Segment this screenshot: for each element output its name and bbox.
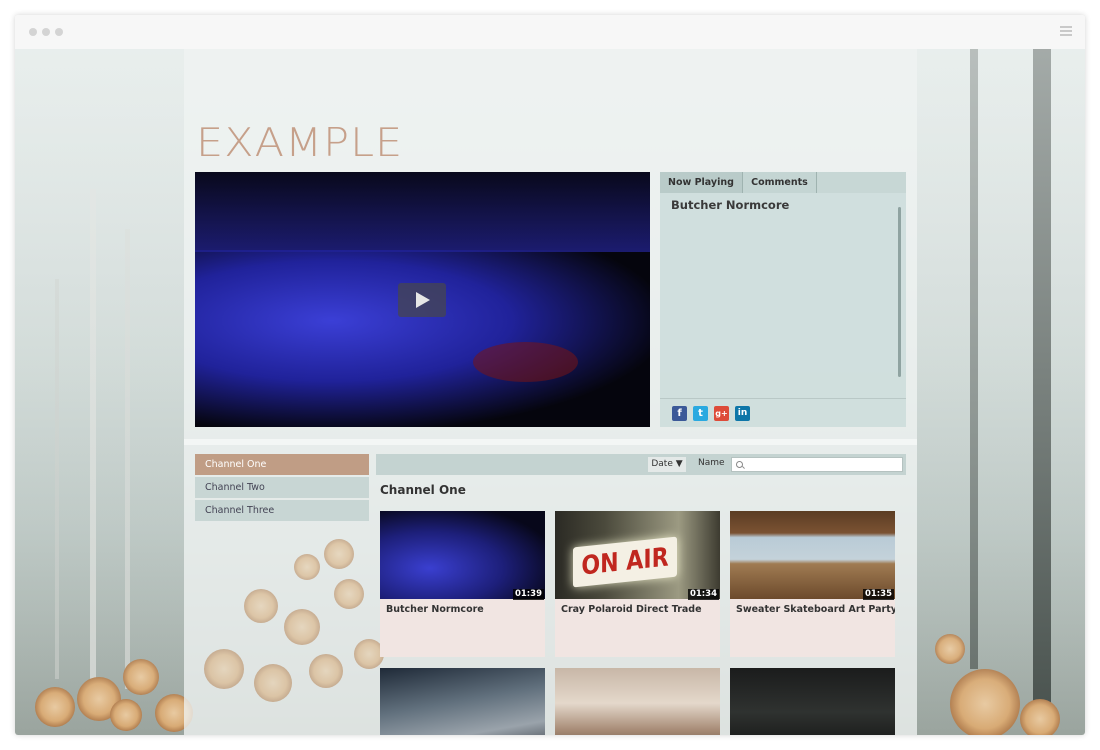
tab-now-playing[interactable]: Now Playing: [660, 172, 743, 193]
twitter-icon[interactable]: t: [693, 406, 708, 421]
video-title[interactable]: Sweater Skateboard Art Party: [736, 604, 895, 615]
window-dot-icon[interactable]: [42, 28, 50, 36]
video-frame-image: [195, 250, 650, 427]
stage-light-image: [473, 342, 578, 382]
channel-item-two[interactable]: Channel Two: [195, 477, 369, 498]
now-playing-panel: Now Playing Comments Butcher Normcore f …: [660, 172, 906, 427]
log-pile-image: [244, 589, 278, 623]
video-thumbnail[interactable]: [730, 511, 895, 599]
duration-badge: 01:35: [862, 589, 894, 600]
search-icon: [736, 461, 743, 468]
log-pile-image: [334, 579, 364, 609]
video-thumbnail[interactable]: [380, 668, 545, 735]
facebook-icon[interactable]: f: [672, 406, 687, 421]
search-input[interactable]: [746, 458, 896, 471]
video-card[interactable]: [555, 668, 720, 735]
video-title[interactable]: Butcher Normcore: [386, 604, 484, 615]
panel-scrollbar[interactable]: [898, 207, 901, 377]
video-card[interactable]: 01:39 Butcher Normcore: [380, 511, 545, 657]
log-pile-image: [254, 664, 292, 702]
video-card[interactable]: [380, 668, 545, 735]
share-bar: f t g+ in: [660, 398, 906, 428]
video-thumbnail[interactable]: [730, 668, 895, 735]
log-pile-image: [204, 649, 244, 689]
video-title[interactable]: Cray Polaroid Direct Trade: [561, 604, 702, 615]
video-player[interactable]: [195, 172, 650, 427]
log-pile-image: [284, 609, 320, 645]
video-card[interactable]: ON AIR 01:34 Cray Polaroid Direct Trade: [555, 511, 720, 657]
section-divider: [184, 439, 917, 445]
video-thumbnail[interactable]: [555, 668, 720, 735]
now-playing-title: Butcher Normcore: [671, 198, 790, 212]
panel-tabs: Now Playing Comments: [660, 172, 906, 193]
google-plus-icon[interactable]: g+: [714, 406, 729, 421]
video-frame-image: [195, 172, 650, 252]
search-field: [731, 457, 903, 472]
linkedin-icon[interactable]: in: [735, 406, 750, 421]
video-card[interactable]: [730, 668, 895, 735]
window-dot-icon[interactable]: [55, 28, 63, 36]
section-title: Channel One: [380, 483, 466, 497]
video-thumbnail[interactable]: [380, 511, 545, 599]
hamburger-menu-icon[interactable]: [1060, 26, 1072, 37]
log-pile-image: [309, 654, 343, 688]
tab-comments[interactable]: Comments: [743, 172, 817, 193]
channel-item-three[interactable]: Channel Three: [195, 500, 369, 521]
window-dot-icon[interactable]: [29, 28, 37, 36]
duration-badge: 01:34: [687, 589, 719, 600]
on-air-sign-text: ON AIR: [581, 542, 669, 582]
sort-dropdown[interactable]: Date ▼: [648, 457, 686, 472]
video-thumbnail[interactable]: ON AIR: [555, 511, 720, 599]
name-label: Name: [698, 458, 725, 468]
video-card[interactable]: 01:35 Sweater Skateboard Art Party: [730, 511, 895, 657]
duration-badge: 01:39: [512, 589, 544, 600]
page-viewport: EXAMPLE Now Playing Comments Butcher Nor…: [15, 49, 1085, 735]
play-button-icon[interactable]: [398, 283, 446, 317]
browser-toolbar: [15, 15, 1085, 49]
on-air-sign-image: ON AIR: [573, 536, 677, 588]
channel-item-one[interactable]: Channel One: [195, 454, 369, 475]
filter-bar: Date ▼ Name: [376, 454, 906, 475]
site-logo[interactable]: EXAMPLE: [196, 120, 403, 166]
channel-list: Channel One Channel Two Channel Three: [195, 454, 369, 523]
log-pile-image: [324, 539, 354, 569]
log-pile-image: [294, 554, 320, 580]
browser-window: EXAMPLE Now Playing Comments Butcher Nor…: [15, 15, 1085, 735]
